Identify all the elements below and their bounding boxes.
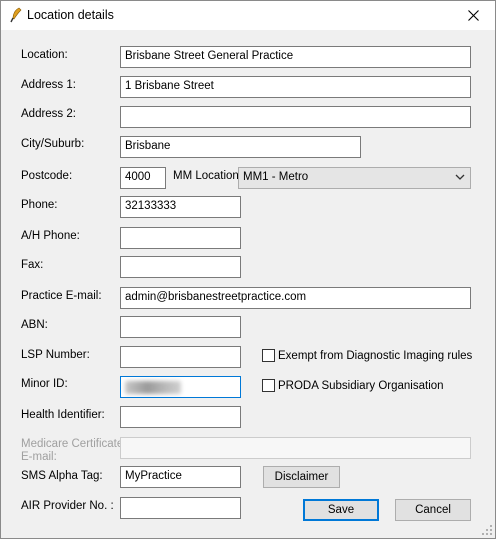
location-details-dialog: Location details Location: Brisbane Stre…	[0, 0, 496, 539]
mm-location-value: MM1 - Metro	[243, 171, 309, 183]
minor-id-label: Minor ID:	[21, 378, 68, 390]
window-title: Location details	[27, 8, 114, 22]
postcode-input[interactable]: 4000	[120, 167, 166, 189]
ah-phone-input[interactable]	[120, 227, 241, 249]
exempt-di-label[interactable]: Exempt from Diagnostic Imaging rules	[278, 350, 472, 362]
chevron-down-icon	[455, 174, 465, 180]
medicare-cert-email-input	[120, 437, 471, 459]
mm-location-select[interactable]: MM1 - Metro	[238, 167, 471, 189]
fax-input[interactable]	[120, 256, 241, 278]
city-label: City/Suburb:	[21, 138, 85, 150]
close-button[interactable]	[451, 1, 495, 30]
health-identifier-input[interactable]	[120, 406, 241, 428]
abn-label: ABN:	[21, 319, 48, 331]
sms-alpha-tag-input[interactable]: MyPractice	[120, 466, 241, 488]
fax-label: Fax:	[21, 259, 44, 271]
phone-label: Phone:	[21, 199, 58, 211]
ah-phone-label: A/H Phone:	[21, 230, 80, 242]
exempt-di-checkbox[interactable]	[262, 349, 275, 362]
close-icon	[467, 10, 479, 21]
redacted-value	[125, 381, 181, 394]
save-button[interactable]: Save	[303, 499, 379, 521]
address1-input[interactable]: 1 Brisbane Street	[120, 76, 471, 98]
address1-label: Address 1:	[21, 79, 76, 91]
air-provider-input[interactable]	[120, 497, 241, 519]
resize-grip-icon[interactable]	[481, 524, 493, 536]
disclaimer-button[interactable]: Disclaimer	[263, 466, 340, 488]
health-identifier-label: Health Identifier:	[21, 409, 105, 421]
postcode-label: Postcode:	[21, 170, 73, 182]
lsp-number-label: LSP Number:	[21, 349, 90, 361]
air-provider-label: AIR Provider No. :	[21, 500, 114, 512]
medicare-cert-email-label-line2: E-mail:	[21, 451, 57, 463]
practice-email-input[interactable]: admin@brisbanestreetpractice.com	[120, 287, 471, 309]
medicare-cert-email-label-line1: Medicare Certificate	[21, 438, 124, 450]
address2-label: Address 2:	[21, 108, 76, 120]
feather-pen-icon	[10, 7, 22, 23]
practice-email-label: Practice E-mail:	[21, 290, 102, 302]
title-bar: Location details	[1, 1, 495, 30]
sms-alpha-tag-label: SMS Alpha Tag:	[21, 470, 103, 482]
city-input[interactable]: Brisbane	[120, 136, 361, 158]
proda-checkbox[interactable]	[262, 379, 275, 392]
minor-id-input[interactable]	[120, 376, 241, 398]
address2-input[interactable]	[120, 106, 471, 128]
location-input[interactable]: Brisbane Street General Practice	[120, 46, 471, 68]
lsp-number-input[interactable]	[120, 346, 241, 368]
proda-label[interactable]: PRODA Subsidiary Organisation	[278, 380, 444, 392]
mm-location-label: MM Location:	[173, 170, 243, 182]
location-label: Location:	[21, 49, 68, 61]
cancel-button[interactable]: Cancel	[395, 499, 471, 521]
abn-input[interactable]	[120, 316, 241, 338]
phone-input[interactable]: 32133333	[120, 196, 241, 218]
